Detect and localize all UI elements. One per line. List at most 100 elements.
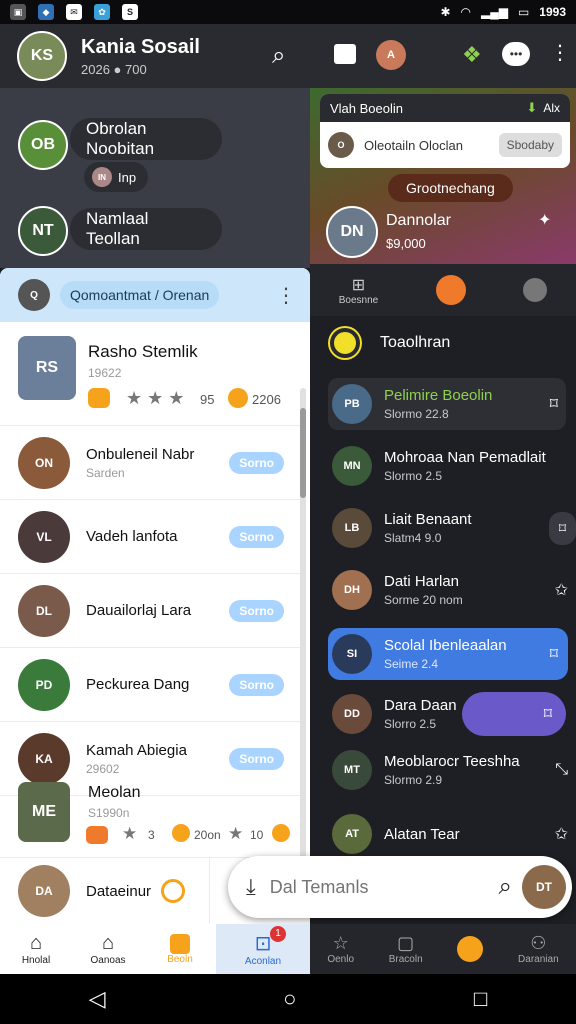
featured-count: 2206 — [252, 392, 281, 407]
list-item[interactable]: LB Liait Benaant Slatm4 9.0 ⌑ — [328, 502, 576, 554]
gift-icon[interactable]: ❖ — [462, 42, 482, 68]
list-item[interactable]: SI Scolal Ibenleaalan Seime 2.4 ⌑ — [328, 628, 568, 680]
more-icon[interactable]: ⋮ — [550, 40, 570, 65]
message-icon[interactable]: ⌑ — [462, 692, 566, 736]
action-button[interactable]: Sorno — [229, 673, 284, 696]
avatar-icon — [457, 936, 484, 962]
nav-item-star[interactable]: ☆ Oenlo — [327, 924, 354, 974]
list-item-text: Liait Benaant Slatm4 9.0 — [384, 511, 472, 545]
message-icon[interactable]: ⌑ — [548, 511, 576, 545]
list-item-title: Dara Daan — [384, 697, 457, 714]
avatar: MN — [332, 446, 372, 486]
scrollbar[interactable] — [300, 388, 306, 918]
nav-item-browse[interactable]: ▢ Bracoln — [389, 924, 423, 974]
banner-profile-name: Dannolar — [386, 212, 451, 229]
list-item-text: Scolal Ibenleaalan Seime 2.4 — [384, 637, 507, 671]
tab-home[interactable]: ⊞ Boesnne — [339, 275, 378, 306]
avatar[interactable]: DT — [522, 865, 566, 909]
rating-value: 10 — [250, 828, 264, 842]
emoji-icon — [228, 388, 248, 408]
list-item[interactable]: VL Vadeh lanfota Sorno — [0, 500, 300, 574]
avatar[interactable]: OB — [18, 120, 68, 170]
sparkle-icon[interactable]: ✩ — [555, 580, 568, 600]
list-item[interactable]: MN Mohroaa Nan Pemadlait Slormo 2.5 — [328, 440, 576, 492]
list-item[interactable]: DL Dauailorlaj Lara Sorno — [0, 574, 300, 648]
card-title-pill[interactable]: Qomoantmat / Orenan — [60, 281, 220, 309]
nav-label: Aconlan — [244, 956, 282, 967]
timer-icon[interactable] — [161, 879, 186, 903]
tab-activity[interactable] — [435, 275, 466, 305]
list-item[interactable]: ON Onbuleneil Nabr Sarden Sorno — [0, 426, 300, 500]
list-item[interactable]: AT Alatan Tear ✩ — [328, 808, 576, 860]
action-button[interactable]: Sorno — [229, 599, 284, 622]
list-item-title: Dati Harlan — [384, 573, 460, 590]
nav-label: Daranian — [518, 954, 559, 965]
list-item-text: Dati Harlan Sorme 20 nom — [384, 573, 463, 607]
close-icon[interactable]: ⤡ — [555, 761, 568, 779]
avatar[interactable]: DN — [326, 206, 378, 258]
notice-action[interactable]: Alx — [543, 101, 560, 115]
search-bar[interactable]: ⤓ ⌕ DT — [228, 856, 572, 918]
avatar[interactable]: NT — [18, 206, 68, 256]
featured-sub: 19622 — [88, 366, 122, 380]
list-item[interactable]: DD Dara Daan Slorro 2.5 ⌑ — [328, 688, 576, 740]
rating-value: 3 — [148, 828, 155, 842]
chat-bubble[interactable]: Obrolan Noobitan — [70, 118, 222, 160]
recents-icon[interactable]: □ — [474, 986, 487, 1012]
list-item[interactable]: PD Peckurea Dang Sorno — [0, 648, 300, 722]
profile-icon: ⚇ — [530, 933, 547, 953]
avatar: DD — [332, 694, 372, 734]
home-icon[interactable]: ○ — [283, 986, 296, 1012]
chat-bubble[interactable]: IN Inp — [84, 162, 148, 192]
action-button[interactable]: Sorno — [229, 525, 284, 548]
notice-header: Vlah Boeolin ⬇ Alx — [320, 94, 570, 122]
list-item[interactable]: DA Dataeinur — [0, 858, 210, 924]
featured-sub: S1990n — [88, 806, 130, 820]
nav-item-shop[interactable]: Beoln — [144, 924, 216, 974]
app-root: ▣ ◆ ✉ ✿ S ✱ ◠ ▂▄▆ ▭ 1993 KS Kania Sosail… — [0, 0, 576, 1024]
sparkle-icon[interactable]: ✩ — [555, 824, 568, 844]
list-item-title: Liait Benaant — [384, 511, 472, 528]
mail-icon: ✉ — [66, 4, 82, 20]
avatar: LB — [332, 508, 372, 548]
avatar[interactable]: A — [376, 40, 406, 70]
nav-item-avatar[interactable] — [457, 924, 484, 974]
nav-item-games[interactable]: ⌂ Oanoas — [72, 924, 144, 974]
square-icon: ▢ — [397, 933, 415, 953]
featured-contact[interactable]: ME Meolan S1990n ★ 3 20on ★ 10 — [0, 768, 300, 858]
search-input[interactable] — [269, 876, 460, 898]
download-icon[interactable]: ⤓ — [246, 874, 256, 900]
list-item[interactable]: MT Meoblarocr Teeshha Slormo 2.9 ⤡ — [328, 744, 576, 796]
back-icon[interactable]: ◁ — [89, 986, 106, 1012]
nav-item-home[interactable]: ⌂ Hnolal — [0, 924, 72, 974]
message-icon[interactable]: ⌑ — [550, 394, 558, 414]
search-icon[interactable]: ⌕ — [272, 42, 285, 70]
list-item-sub: Slorro 2.5 — [384, 717, 437, 731]
list-item[interactable]: DH Dati Harlan Sorme 20 nom ✩ — [328, 564, 576, 616]
more-icon[interactable]: ⋮ — [276, 283, 296, 308]
star-icon: ☆ — [332, 933, 349, 953]
nav-item-account[interactable]: ⊡ Aconlan 1 — [216, 924, 310, 974]
chat-icon[interactable]: ••• — [502, 42, 530, 66]
action-button[interactable]: Sorno — [229, 451, 284, 474]
banner-title: Grootnechang — [388, 174, 513, 202]
book-icon[interactable] — [334, 44, 356, 64]
notice-button[interactable]: Sbodaby — [498, 133, 562, 157]
avatar: RS — [18, 336, 76, 400]
profile-info: Kania Sosail 2026 ● 700 — [81, 36, 200, 77]
tab-settings[interactable] — [523, 278, 548, 302]
list-item-sub: Seime 2.4 — [384, 657, 439, 671]
search-icon[interactable]: ⌕ — [499, 873, 512, 901]
message-icon[interactable]: ⌑ — [550, 644, 558, 664]
scrollbar-thumb[interactable] — [300, 408, 306, 498]
avatar: O — [328, 132, 354, 158]
list-item[interactable]: PB Pelimire Boeolin Slormo 22.8 ⌑ — [328, 378, 566, 430]
list-item-title: Meoblarocr Teeshha — [384, 753, 520, 770]
featured-contact[interactable]: RS Rasho Stemlik 19622 ★ ★ ★ 95 2206 — [0, 322, 300, 426]
avatar[interactable]: KS — [17, 31, 67, 81]
nav-item-profile[interactable]: ⚇ Daranian — [518, 924, 559, 974]
chat-bubble-text: Namlaal Teollan — [86, 209, 149, 248]
action-button[interactable]: Sorno — [229, 747, 284, 770]
chat-bubble[interactable]: Namlaal Teollan — [70, 208, 222, 250]
list-item-name: Onbuleneil Nabr — [86, 445, 195, 463]
